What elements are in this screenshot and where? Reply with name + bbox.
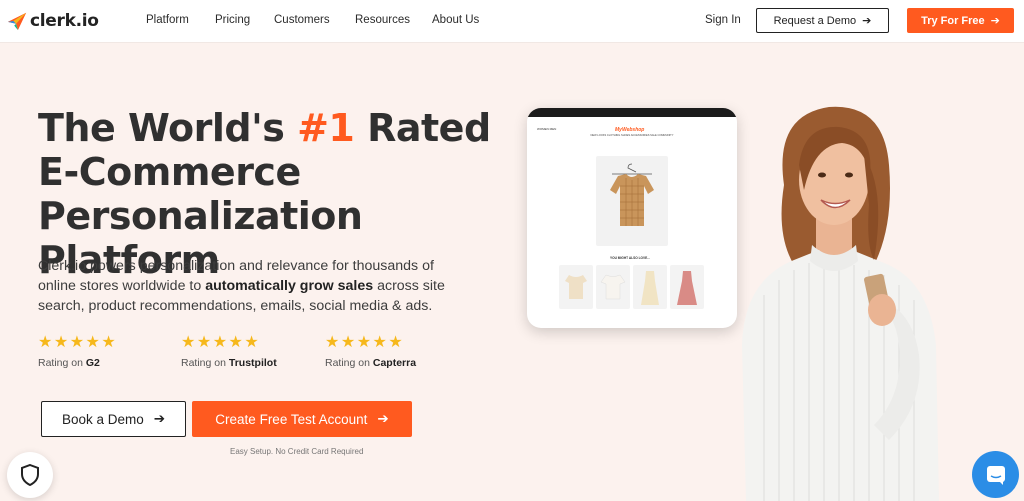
sign-in-link[interactable]: Sign In bbox=[705, 14, 741, 26]
rating-label: Rating on G2 bbox=[38, 357, 117, 369]
hero-description: Clerk.io powers personalization and rele… bbox=[38, 256, 448, 316]
star-rating-icon: ★★★★★ bbox=[181, 334, 261, 351]
star-rating-icon: ★★★★★ bbox=[325, 334, 405, 351]
paper-plane-icon bbox=[7, 12, 27, 31]
arrow-right-icon: ➔ bbox=[377, 411, 389, 426]
create-account-button[interactable]: Create Free Test Account ➔ bbox=[192, 401, 412, 437]
nav-about-us[interactable]: About Us bbox=[432, 14, 479, 26]
create-account-label: Create Free Test Account bbox=[215, 411, 368, 427]
recommendations-title: YOU MIGHT ALSO LOVE... bbox=[610, 256, 650, 260]
rating-source: Trustpilot bbox=[228, 357, 277, 369]
book-demo-label: Book a Demo bbox=[61, 411, 144, 427]
phone-status-bar bbox=[527, 108, 737, 117]
shop-gender-nav: WOMEN MEN bbox=[537, 127, 557, 131]
shop-logo: MyWebshop bbox=[615, 127, 645, 133]
product-image bbox=[596, 156, 668, 246]
request-demo-label: Request a Demo bbox=[773, 14, 857, 27]
star-rating-icon: ★★★★★ bbox=[38, 334, 118, 351]
title-part: The World's bbox=[38, 106, 298, 150]
arrow-right-icon: ➔ bbox=[990, 15, 1000, 27]
shield-icon bbox=[21, 464, 39, 486]
rating-capterra: ★★★★★ Rating on Capterra bbox=[325, 334, 416, 370]
blouse-icon bbox=[610, 163, 654, 226]
title-part: Rated bbox=[354, 106, 491, 150]
book-demo-button[interactable]: Book a Demo ➔ bbox=[41, 401, 186, 437]
rating-prefix: Rating on bbox=[181, 357, 229, 369]
rating-prefix: Rating on bbox=[38, 357, 86, 369]
brand-name: clerk.io bbox=[30, 11, 99, 31]
chat-icon bbox=[986, 465, 1005, 485]
rating-source: Capterra bbox=[372, 357, 417, 369]
recommended-product[interactable] bbox=[559, 265, 593, 309]
chat-launcher-button[interactable] bbox=[972, 451, 1019, 498]
rating-source: G2 bbox=[85, 357, 100, 369]
request-demo-button[interactable]: Request a Demo ➔ bbox=[756, 8, 889, 33]
nav-customers[interactable]: Customers bbox=[274, 14, 330, 26]
top-navigation: clerk.io Platform Pricing Customers Reso… bbox=[0, 0, 1024, 43]
lead-highlight: automatically grow sales bbox=[205, 278, 374, 294]
rating-label: Rating on Trustpilot bbox=[181, 357, 277, 369]
try-for-free-label: Try For Free bbox=[921, 14, 985, 27]
recommended-product[interactable] bbox=[633, 265, 667, 309]
rating-prefix: Rating on bbox=[325, 357, 373, 369]
title-accent: #1 bbox=[297, 106, 355, 150]
rating-g2: ★★★★★ Rating on G2 bbox=[38, 334, 118, 370]
try-for-free-button[interactable]: Try For Free ➔ bbox=[907, 8, 1014, 33]
recommended-product[interactable] bbox=[670, 265, 704, 309]
woman-with-phone-image bbox=[742, 106, 939, 501]
setup-note: Easy Setup. No Credit Card Required bbox=[230, 447, 364, 456]
nav-resources[interactable]: Resources bbox=[355, 14, 410, 26]
recommended-product[interactable] bbox=[596, 265, 630, 309]
arrow-right-icon: ➔ bbox=[862, 15, 872, 27]
rating-label: Rating on Capterra bbox=[325, 357, 416, 369]
nav-pricing[interactable]: Pricing bbox=[215, 14, 250, 26]
shop-header: WOMEN MEN MyWebshop NEW LOOKS CLOTHING S… bbox=[527, 117, 737, 137]
shop-menu: NEW LOOKS CLOTHING SHOES ACCESSORIES SAL… bbox=[590, 134, 674, 137]
arrow-right-icon: ➔ bbox=[153, 411, 166, 426]
privacy-shield-button[interactable] bbox=[7, 452, 53, 498]
nav-platform[interactable]: Platform bbox=[146, 14, 189, 26]
rating-trustpilot: ★★★★★ Rating on Trustpilot bbox=[181, 334, 277, 370]
title-line-2: E-Commerce bbox=[38, 150, 301, 194]
brand-logo[interactable]: clerk.io bbox=[6, 9, 99, 33]
